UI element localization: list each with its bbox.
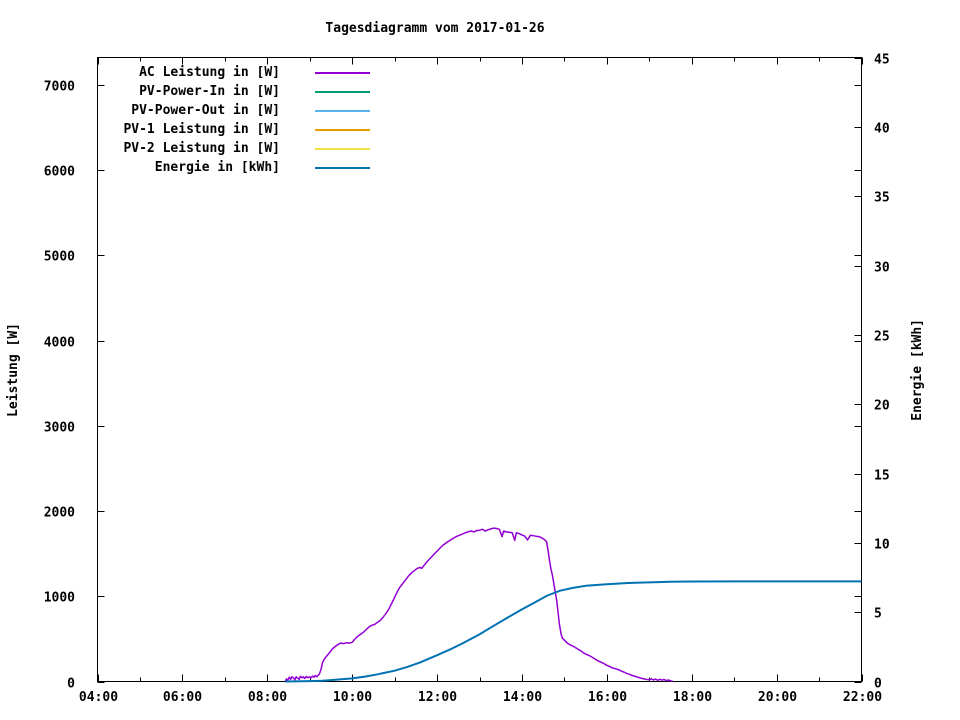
y1-tick-label: 4000 (44, 336, 75, 351)
x-tick-label: 12:00 (418, 690, 457, 705)
y2-tick-label: 0 (874, 677, 882, 692)
y2-tick-label: 15 (874, 469, 890, 484)
x-tick-label: 16:00 (588, 690, 627, 705)
y1-tick-label: 3000 (44, 421, 75, 436)
legend: AC Leistung in [W] PV-Power-In in [W] PV-P… (70, 63, 370, 177)
series-line-energie-in-kwh- (285, 580, 862, 683)
legend-line-sample (315, 166, 370, 169)
y2-tick-label: 30 (874, 261, 890, 276)
y1-tick-label: 2000 (44, 506, 75, 521)
legend-row: Energie in [kWh] (70, 158, 370, 177)
legend-line-sample (315, 128, 370, 131)
legend-label: PV-1 Leistung in [W] (123, 122, 280, 137)
x-tick-label: 04:00 (79, 690, 118, 705)
legend-label: AC Leistung in [W] (139, 65, 280, 80)
y2-tick-label: 40 (874, 122, 890, 137)
x-tick-label: 06:00 (163, 690, 202, 705)
legend-label: PV-Power-Out in [W] (131, 103, 280, 118)
legend-row: PV-2 Leistung in [W] (70, 139, 370, 158)
legend-line-sample (315, 147, 370, 150)
y1-tick-label: 0 (67, 677, 75, 692)
series-line-ac-leistung-in-w- (284, 527, 673, 682)
y2-tick-label: 35 (874, 191, 890, 206)
legend-row: PV-1 Leistung in [W] (70, 120, 370, 139)
legend-line-sample (315, 90, 370, 93)
x-tick-label: 14:00 (503, 690, 542, 705)
legend-line-sample (315, 109, 370, 112)
legend-label: PV-Power-In in [W] (139, 84, 280, 99)
y2-tick-label: 45 (874, 53, 890, 68)
y1-tick-label: 1000 (44, 591, 75, 606)
x-tick-label: 18:00 (673, 690, 712, 705)
x-tick-label: 20:00 (758, 690, 797, 705)
y2-tick-label: 5 (874, 607, 882, 622)
legend-label: Energie in [kWh] (154, 160, 280, 175)
legend-label: PV-2 Leistung in [W] (123, 141, 280, 156)
legend-row: AC Leistung in [W] (70, 63, 370, 82)
x-tick-label: 22:00 (843, 690, 882, 705)
y2-tick-label: 10 (874, 538, 890, 553)
legend-row: PV-Power-Out in [W] (70, 101, 370, 120)
legend-line-sample (315, 71, 370, 74)
x-tick-label: 10:00 (333, 690, 372, 705)
y2-tick-label: 20 (874, 399, 890, 414)
y2-tick-label: 25 (874, 330, 890, 345)
x-tick-label: 08:00 (248, 690, 287, 705)
y1-tick-label: 5000 (44, 250, 75, 265)
legend-row: PV-Power-In in [W] (70, 82, 370, 101)
chart-page: Tagesdiagramm vom 2017-01-26 Leistung [W… (0, 0, 960, 720)
